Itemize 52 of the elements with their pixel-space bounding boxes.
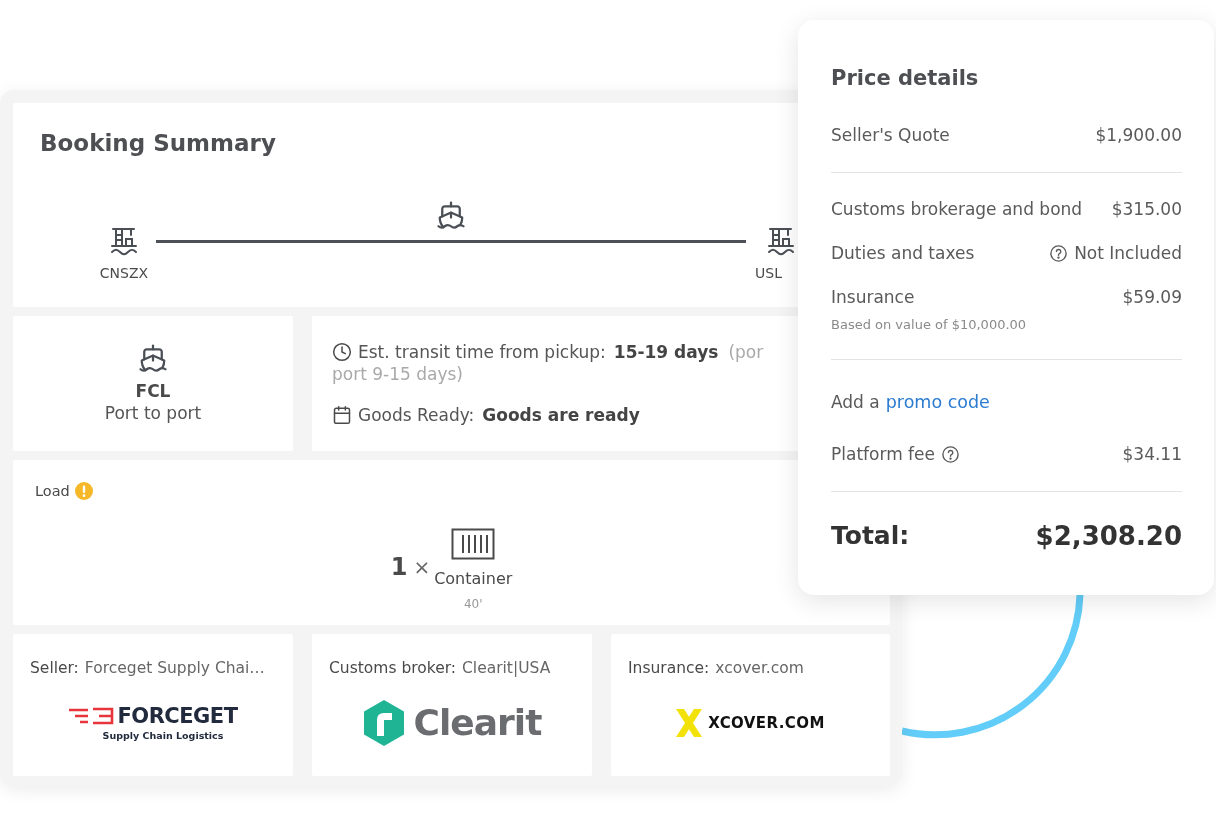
- price-value: $315.00: [1111, 198, 1182, 221]
- total-value: $2,308.20: [1035, 520, 1182, 553]
- price-value: $1,900.00: [1095, 124, 1182, 147]
- price-label: Insurance: [831, 286, 915, 309]
- load-label: Load: [35, 482, 70, 500]
- service-type: Port to port: [104, 402, 202, 424]
- load-quantity: 1: [390, 553, 408, 581]
- load-size: 40': [463, 597, 483, 611]
- calendar-icon: [332, 405, 352, 425]
- transit-note: port 9-15 days): [332, 364, 463, 384]
- port-code: CNSZX: [99, 265, 149, 282]
- hexagon-logo-icon: [362, 699, 405, 747]
- speed-lines-logo-icon: [68, 707, 115, 725]
- provider-name: xcover.com: [715, 658, 804, 678]
- price-note: Based on value of $10,000.00: [831, 316, 1027, 334]
- port-code: USL: [755, 265, 782, 282]
- price-label: Duties and taxes: [831, 242, 975, 265]
- logo-tagline: Supply Chain Logistics: [102, 730, 224, 742]
- logo-wordmark: Clearit: [413, 702, 542, 744]
- card-title: Booking Summary: [40, 129, 276, 157]
- price-label: Seller's Quote: [831, 124, 950, 147]
- transit-value: 15-19 days: [613, 341, 719, 363]
- provider-label: Insurance:: [628, 658, 710, 678]
- price-label: Customs brokerage and bond: [831, 198, 1083, 221]
- x-logo-icon: [676, 709, 703, 737]
- promo-code-link[interactable]: promo code: [885, 390, 990, 414]
- ship-icon: [436, 200, 466, 230]
- logo-wordmark: FORCEGET: [117, 704, 238, 728]
- logo-wordmark: XCOVER.COM: [708, 713, 825, 733]
- help-icon[interactable]: [1050, 244, 1068, 262]
- load-unit: Container: [434, 570, 513, 588]
- price-value: $59.09: [1122, 286, 1182, 309]
- promo-prompt: Add a: [831, 391, 880, 414]
- help-icon[interactable]: [942, 445, 959, 463]
- container-icon: [451, 528, 496, 560]
- price-value: Not Included: [1074, 242, 1182, 265]
- card-title: Price details: [831, 66, 979, 90]
- price-label: Platform fee: [831, 443, 935, 466]
- transit-label: Est. transit time from pickup:: [358, 341, 606, 363]
- service-mode: FCL: [135, 380, 171, 402]
- goods-ready-label: Goods Ready:: [358, 404, 475, 426]
- provider-label: Seller:: [30, 658, 79, 678]
- provider-name: Clearit|USA: [462, 658, 551, 678]
- goods-ready-value: Goods are ready: [482, 404, 640, 426]
- transit-note: (por: [728, 341, 764, 363]
- price-value: $34.11: [1122, 443, 1182, 466]
- provider-name: Forceget Supply Chai…: [84, 658, 265, 678]
- ship-icon: [138, 343, 168, 373]
- total-label: Total:: [831, 520, 910, 552]
- provider-label: Customs broker:: [329, 658, 457, 678]
- clock-icon: [332, 342, 352, 362]
- multiply-sign: ×: [413, 555, 431, 579]
